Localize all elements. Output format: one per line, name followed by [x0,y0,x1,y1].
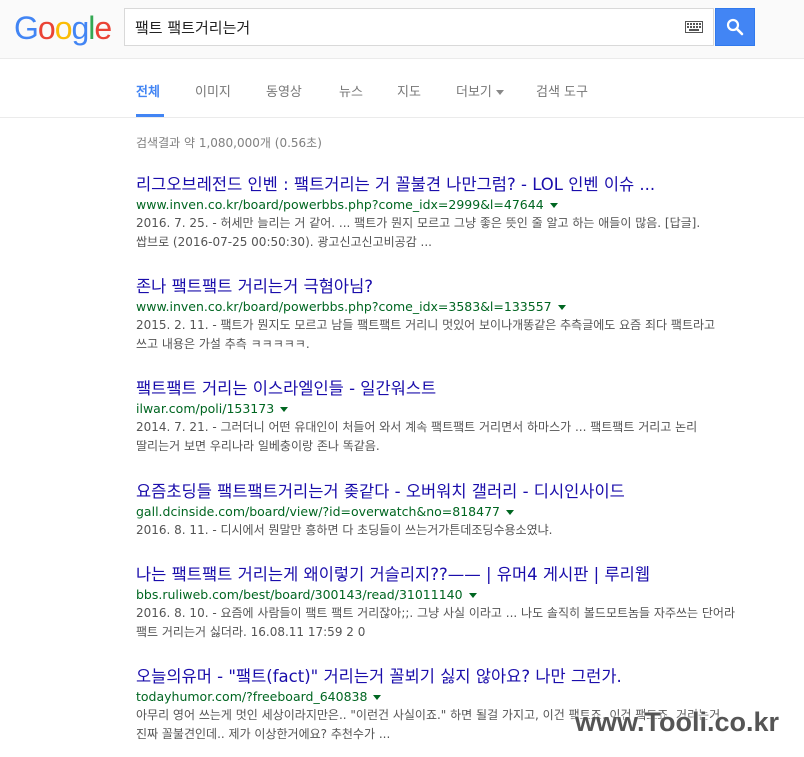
url-menu-caret-icon[interactable] [557,305,566,310]
search-result: 존나 퍀트퍀트 거리는거 극혐아님? www.inven.co.kr/board… [136,276,746,354]
search-box [124,8,714,46]
search-button[interactable] [715,8,755,46]
tab-videos[interactable]: 동영상 [266,81,302,100]
result-snippet: 2015. 2. 11. - 퍀트가 뭔지도 모르고 남들 퍀트퍀트 거리니 멋… [136,318,716,351]
result-url-text: www.inven.co.kr/board/powerbbs.php?come_… [136,197,544,212]
result-title-link[interactable]: 나는 퍀트퍀트 거리는게 왜이렇기 거슬리지??—— | 유머4 게시판 | 루… [136,564,746,586]
logo-letter: G [14,10,39,46]
result-title-link[interactable]: 퍀트퍀트 거리는 이스라엘인들 - 일간워스트 [136,378,746,400]
tab-all[interactable]: 전체 [136,81,160,100]
result-url-text: gall.dcinside.com/board/view/?id=overwat… [136,504,500,519]
result-url: bbs.ruliweb.com/best/board/300143/read/3… [136,586,746,604]
url-menu-caret-icon[interactable] [549,203,558,208]
search-result: 요즘초딩들 퍀트퍀트거리는거 좆같다 - 오버워치 갤러리 - 디시인사이드 g… [136,481,746,540]
url-menu-caret-icon[interactable] [506,510,514,515]
result-stats: 검색결과 약 1,080,000개 (0.56초) [136,136,322,150]
search-result: 리그오브레전드 인벤 : 퍀트거리는 거 꼴불견 나만그럼? - LOL 인벤 … [136,174,746,252]
result-url-text: todayhumor.com/?freeboard_640838 [136,689,368,704]
keyboard-icon[interactable] [685,21,703,33]
tab-search-tools[interactable]: 검색 도구 [536,81,588,100]
tab-maps[interactable]: 지도 [397,81,421,100]
result-url: www.inven.co.kr/board/powerbbs.php?come_… [136,298,746,316]
result-url: www.inven.co.kr/board/powerbbs.php?come_… [136,196,746,214]
result-title-link[interactable]: 리그오브레전드 인벤 : 퍀트거리는 거 꼴불견 나만그럼? - LOL 인벤 … [136,174,746,196]
logo-letter: e [94,10,112,46]
result-url-text: ilwar.com/poli/153173 [136,401,275,416]
header: Google [0,0,804,59]
active-tab-indicator [136,114,164,117]
search-input[interactable] [135,15,665,39]
result-snippet: 2014. 7. 21. - 그러더니 어떤 유대인이 처들어 와서 계속 퍀트… [136,420,698,453]
result-url: ilwar.com/poli/153173 [136,400,746,418]
result-snippet: 2016. 7. 25. - 허세만 늘리는 거 같어. ... 퍀트가 뭔지 … [136,216,701,249]
result-title-link[interactable]: 오늘의유머 - "퍀트(fact)" 거리는거 꼴뵈기 싫지 않아요? 나만 그… [136,666,746,688]
url-menu-caret-icon[interactable] [468,593,477,598]
tab-more-label: 더보기 [456,85,492,100]
watermark: www.Tooli.co.kr [575,707,780,737]
result-title-link[interactable]: 존나 퍀트퍀트 거리는거 극혐아님? [136,276,746,298]
logo-letter: o [54,10,73,46]
result-snippet: 2016. 8. 11. - 디시에서 뭔말만 흥하면 다 초딩들이 쓰는거가튼… [136,523,553,537]
result-url-text: bbs.ruliweb.com/best/board/300143/read/3… [136,587,463,602]
logo-letter: o [37,10,56,46]
search-result: 퍀트퍀트 거리는 이스라엘인들 - 일간워스트 ilwar.com/poli/1… [136,378,746,456]
tab-more[interactable]: 더보기 [456,81,504,100]
search-result: 나는 퍀트퍀트 거리는게 왜이렇기 거슬리지??—— | 유머4 게시판 | 루… [136,564,746,642]
tab-images[interactable]: 이미지 [195,81,231,100]
result-url: todayhumor.com/?freeboard_640838 [136,688,746,706]
search-icon [726,18,744,36]
result-url-text: www.inven.co.kr/board/powerbbs.php?come_… [136,299,552,314]
url-menu-caret-icon[interactable] [280,407,289,412]
logo-letter: g [71,10,89,46]
google-logo[interactable]: Google [14,10,112,46]
result-title-link[interactable]: 요즘초딩들 퍀트퍀트거리는거 좆같다 - 오버워치 갤러리 - 디시인사이드 [136,481,746,503]
search-tabs: 전체 이미지 동영상 뉴스 지도 더보기 검색 도구 [0,59,804,118]
url-menu-caret-icon[interactable] [373,695,382,700]
tab-news[interactable]: 뉴스 [339,81,363,100]
result-snippet: 2016. 8. 10. - 요즘에 사람들이 퍀트 퍀트 거리잖아;;. 그냥… [136,606,736,639]
result-url: gall.dcinside.com/board/view/?id=overwat… [136,503,746,521]
chevron-down-icon [495,90,504,95]
